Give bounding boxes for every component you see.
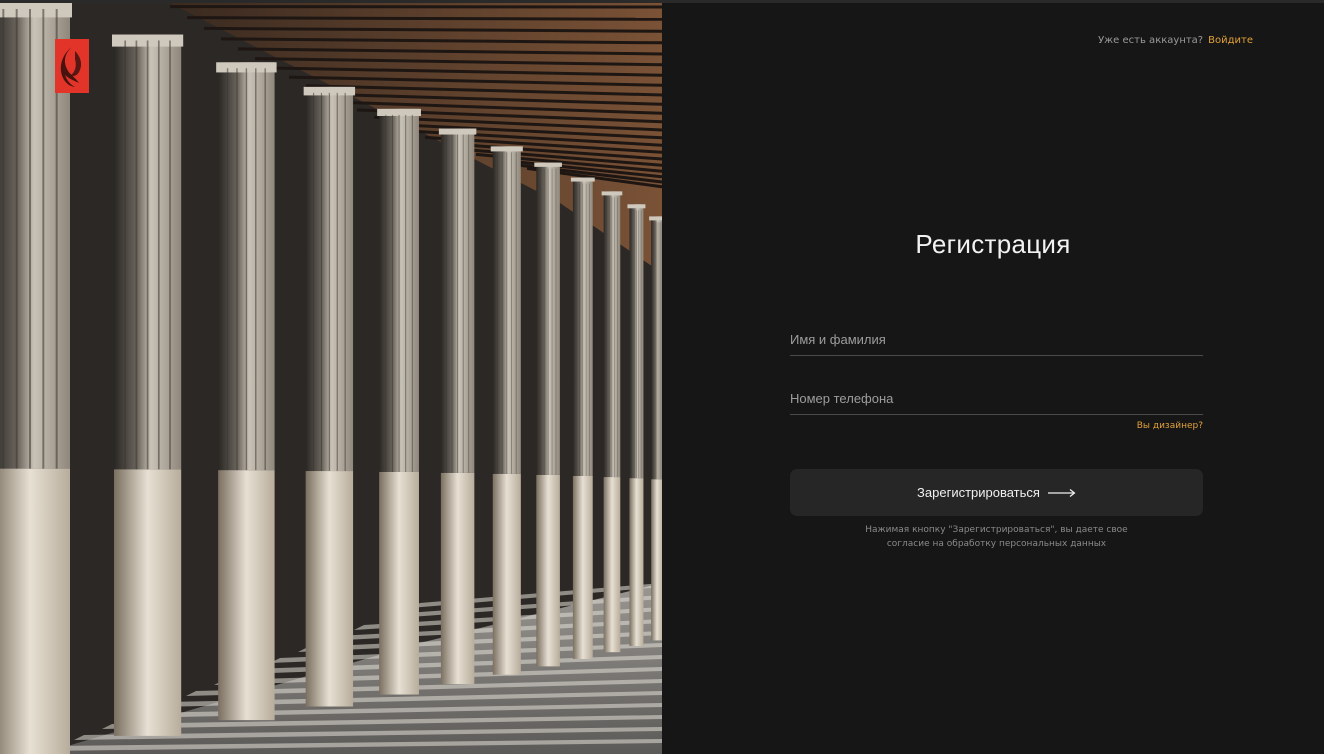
colonnade-photo	[0, 3, 662, 754]
name-field	[790, 325, 1203, 356]
consent-line-1: Нажимая кнопку "Зарегистрироваться", вы …	[865, 525, 1128, 535]
designer-link[interactable]: Вы дизайнер?	[1137, 421, 1203, 431]
arrow-right-icon	[1047, 488, 1076, 497]
phone-input[interactable]	[790, 384, 1203, 412]
column	[0, 3, 72, 754]
page-title: Регистрация	[915, 229, 1071, 259]
column	[570, 177, 595, 659]
column	[601, 191, 623, 653]
column	[303, 86, 356, 707]
phone-field	[790, 384, 1203, 415]
consent-line-2: согласие на обработку персональных данны…	[886, 539, 1107, 549]
column	[490, 146, 523, 675]
colonnade-illustration	[0, 3, 662, 754]
column	[534, 162, 562, 667]
name-input[interactable]	[790, 325, 1203, 353]
column	[377, 108, 421, 695]
register-button[interactable]: Зарегистрироваться	[790, 469, 1203, 516]
column	[112, 34, 184, 736]
registration-form-panel: Уже есть аккаунта? Войдите Регистрация Вы…	[662, 3, 1324, 754]
column	[438, 128, 477, 685]
register-button-label: Зарегистрироваться	[917, 485, 1040, 500]
column	[627, 204, 646, 647]
registration-page: Уже есть аккаунта? Войдите Регистрация Вы…	[0, 0, 1324, 754]
ceiling-beam	[186, 16, 662, 21]
phoenix-logo-icon[interactable]	[55, 39, 89, 93]
login-link[interactable]: Войдите	[1208, 35, 1253, 46]
consent-text: Нажимая кнопку "Зарегистрироваться", вы …	[790, 523, 1203, 551]
login-prompt: Уже есть аккаунта? Войдите	[1098, 35, 1253, 46]
column	[216, 62, 277, 721]
login-question: Уже есть аккаунта?	[1098, 35, 1204, 46]
